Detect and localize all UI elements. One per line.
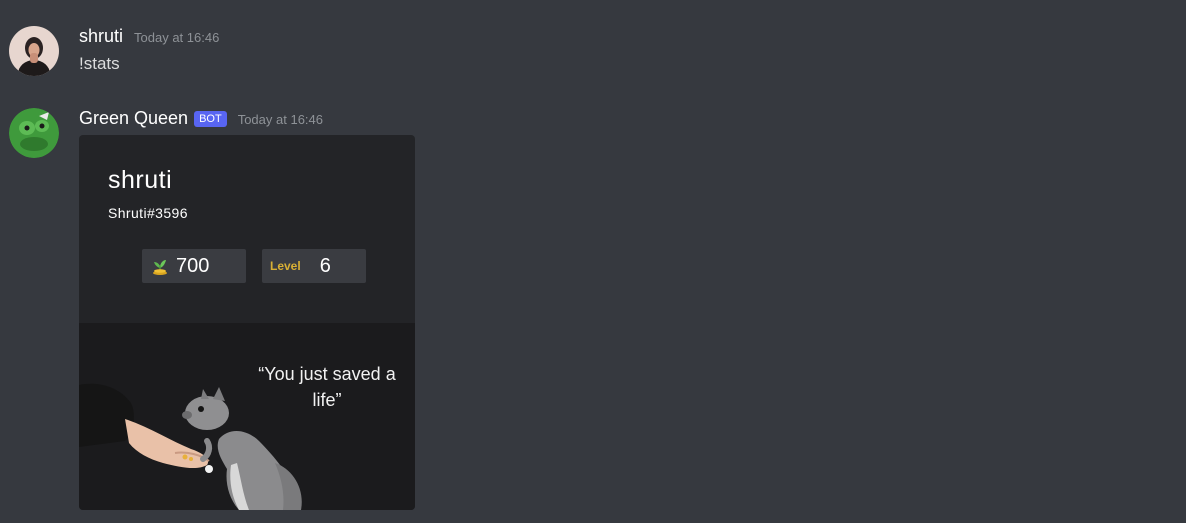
timestamp: Today at 16:46	[237, 112, 323, 127]
bot-badge: BOT	[194, 111, 227, 127]
avatar-green-queen[interactable]	[9, 108, 59, 158]
message-header: Green Queen BOT Today at 16:46	[79, 108, 323, 129]
avatar-shruti[interactable]	[9, 26, 59, 76]
sprout-coins-icon	[151, 256, 169, 276]
timestamp: Today at 16:46	[134, 30, 220, 45]
card-username: shruti	[108, 166, 173, 194]
squirrel-image: “You just saved a life”	[79, 323, 415, 510]
frog-avatar-icon	[9, 108, 59, 158]
points-value: 700	[176, 254, 210, 277]
message-text: !stats	[79, 54, 120, 73]
message-header: shruti Today at 16:46	[79, 26, 219, 47]
stats-card[interactable]: shruti Shruti#3596 700 Level 6 “You just…	[79, 135, 415, 510]
username[interactable]: shruti	[79, 26, 123, 47]
card-user-tag: Shruti#3596	[108, 205, 188, 221]
squirrel-hand-illustration	[79, 383, 302, 510]
level-value: 6	[319, 254, 331, 277]
level-label: Level	[270, 259, 301, 273]
level-stat: Level 6	[262, 249, 366, 283]
username[interactable]: Green Queen	[79, 108, 188, 129]
points-stat: 700	[142, 249, 246, 283]
quote-text: “You just saved a life”	[258, 364, 396, 410]
user-avatar-icon	[9, 26, 59, 76]
